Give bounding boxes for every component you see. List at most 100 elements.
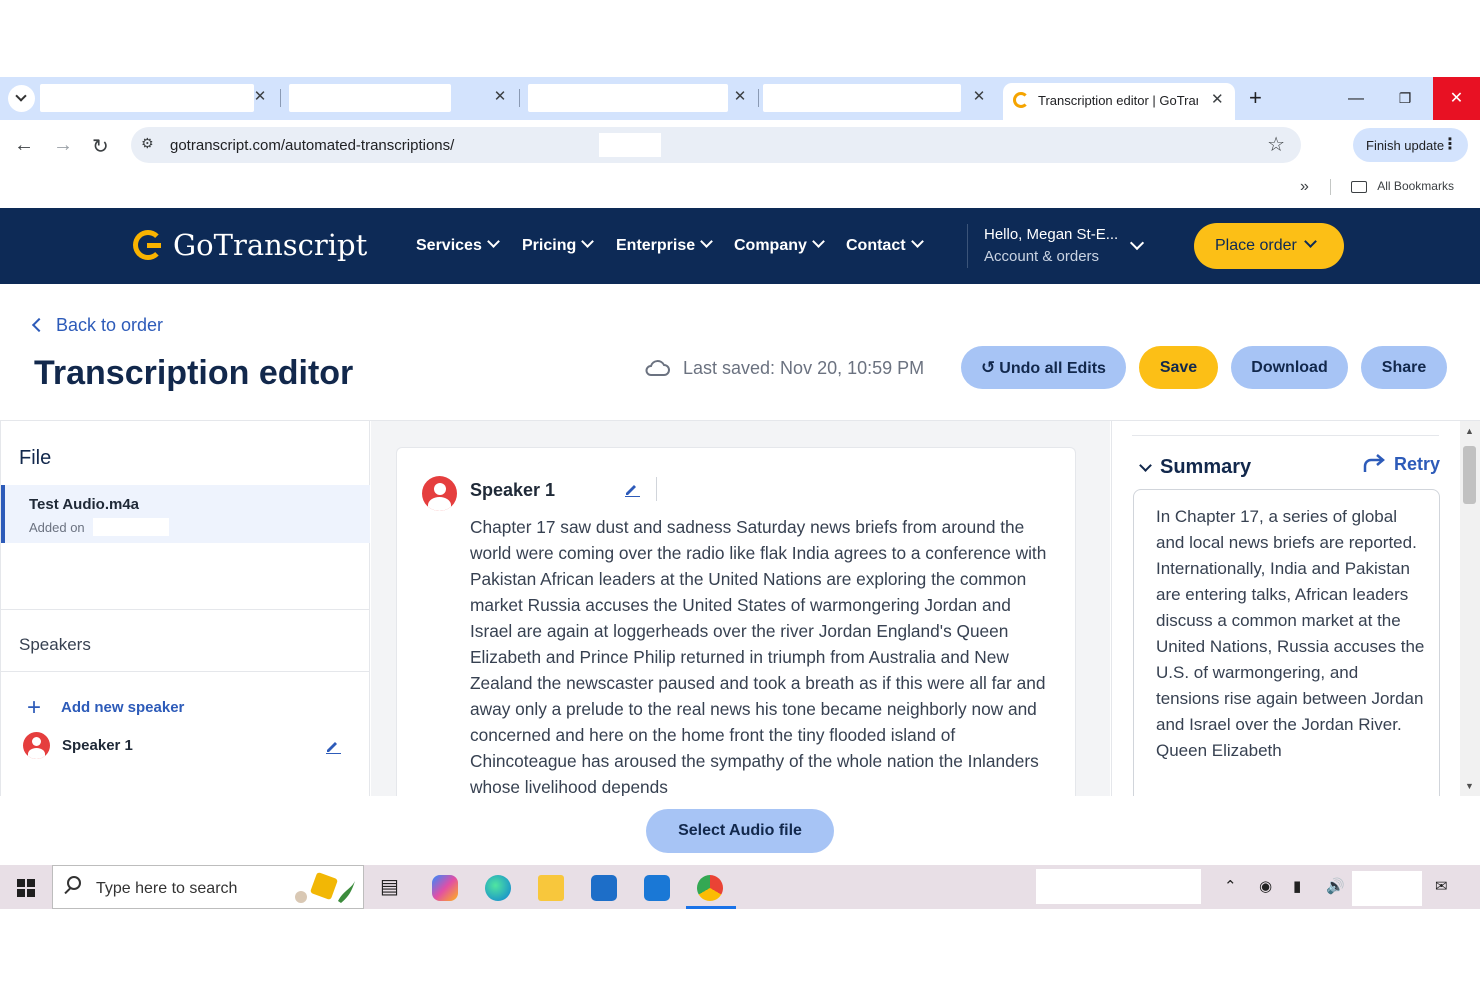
retry-icon (1363, 454, 1385, 472)
tab-separator (280, 89, 281, 107)
file-item[interactable]: Test Audio.m4a Added on (1, 485, 370, 543)
undo-all-edits-button[interactable]: ↺ Undo all Edits (961, 346, 1126, 389)
taskbar-search-box[interactable]: Type here to search (52, 865, 364, 909)
folder-icon (1350, 180, 1367, 193)
bookmarks-bar: » All Bookmarks (1300, 177, 1454, 195)
tab-separator (758, 89, 759, 107)
edit-speaker-pencil-icon[interactable] (325, 738, 341, 754)
search-icon-handle (64, 887, 71, 895)
file-explorer-icon[interactable] (538, 875, 564, 901)
taskbar-search-placeholder: Type here to search (96, 880, 238, 897)
chevron-down-icon[interactable] (1129, 235, 1145, 251)
chevron-down-icon (581, 235, 595, 248)
browser-tab-bar: ✕ ✕ ✕ ✕ Transcription editor | GoTranscr… (0, 77, 1480, 120)
share-button[interactable]: Share (1361, 346, 1447, 389)
address-bar[interactable]: ⚙ gotranscript.com/automated-transcripti… (131, 127, 1301, 163)
chevron-down-icon[interactable] (1139, 459, 1152, 472)
windows-start-icon[interactable] (17, 879, 35, 897)
divider (1, 609, 370, 610)
redacted-date (93, 518, 169, 536)
url-text: gotranscript.com/automated-transcription… (170, 137, 455, 154)
divider (1330, 178, 1332, 195)
copilot-icon[interactable] (432, 875, 458, 901)
bookmarks-overflow-icon[interactable]: » (1300, 178, 1309, 195)
notifications-icon[interactable]: ✉ (1435, 877, 1448, 895)
scroll-up-icon[interactable]: ▲ (1465, 426, 1474, 436)
close-tab-icon[interactable]: ✕ (490, 87, 510, 107)
show-hidden-icons[interactable]: ⌃ (1224, 877, 1237, 895)
microsoft-store-icon[interactable] (591, 875, 617, 901)
cloud-saved-icon (645, 360, 670, 376)
scroll-thumb[interactable] (1463, 446, 1476, 504)
nav-services[interactable]: Services (416, 235, 500, 255)
bookmark-star-icon[interactable]: ☆ (1267, 132, 1285, 157)
summary-heading[interactable]: Summary (1160, 456, 1251, 479)
new-tab-button[interactable]: + (1249, 85, 1262, 111)
browser-tab[interactable] (289, 84, 451, 112)
save-button[interactable]: Save (1139, 346, 1218, 389)
divider (1132, 435, 1439, 436)
transcript-speaker-name[interactable]: Speaker 1 (470, 480, 555, 501)
browser-tab[interactable] (528, 84, 728, 112)
edit-speaker-pencil-icon[interactable] (624, 481, 640, 497)
meet-now-icon[interactable]: ◉ (1259, 877, 1272, 895)
edge-browser-icon[interactable] (485, 875, 511, 901)
close-tab-icon[interactable]: ✕ (1211, 90, 1224, 108)
download-button[interactable]: Download (1231, 346, 1348, 389)
nav-pricing[interactable]: Pricing (522, 235, 595, 255)
window-close-icon[interactable]: ✕ (1433, 77, 1480, 120)
close-tab-icon[interactable]: ✕ (730, 87, 750, 107)
add-speaker-label: Add new speaker (61, 699, 185, 716)
browser-tab[interactable] (763, 84, 961, 112)
back-arrow-icon[interactable]: ← (14, 134, 34, 157)
reload-icon[interactable]: ↻ (92, 134, 109, 159)
active-browser-tab[interactable]: Transcription editor | GoTranscript ✕ (1003, 83, 1235, 120)
tab-title: Transcription editor | GoTranscript (1038, 93, 1198, 108)
user-greeting[interactable]: Hello, Megan St-E... (984, 226, 1118, 243)
summary-box: In Chapter 17, a series of global and lo… (1133, 489, 1440, 809)
site-settings-icon[interactable]: ⚙ (141, 135, 154, 152)
site-header: GoTranscript Services Pricing Enterprise… (0, 208, 1480, 284)
nav-enterprise[interactable]: Enterprise (616, 235, 714, 255)
add-new-speaker-button[interactable]: + Add new speaker (27, 691, 185, 721)
nav-label: Company (734, 237, 807, 254)
undo-label: Undo all Edits (999, 360, 1106, 377)
forward-arrow-icon[interactable]: → (53, 134, 73, 157)
battery-icon[interactable]: ▮ (1293, 877, 1301, 895)
back-to-order-link[interactable]: Back to order (31, 315, 164, 336)
more-menu-icon[interactable]: ⋮ (1442, 134, 1458, 154)
browser-tab[interactable] (40, 84, 254, 112)
chevron-down-icon (812, 235, 825, 248)
nav-company[interactable]: Company (734, 235, 825, 255)
bottom-bar: Select Audio file (0, 796, 1480, 865)
select-audio-file-button[interactable]: Select Audio file (646, 809, 834, 853)
nav-contact[interactable]: Contact (846, 235, 924, 255)
speaker-list-item[interactable]: Speaker 1 (62, 737, 133, 754)
tab-search-button[interactable] (8, 85, 35, 112)
summary-text: In Chapter 17, a series of global and lo… (1156, 507, 1425, 760)
file-sidebar: File Test Audio.m4a Added on Speakers + A… (0, 421, 370, 796)
chrome-icon[interactable] (697, 875, 723, 901)
all-bookmarks-link[interactable]: All Bookmarks (1377, 179, 1454, 193)
tab-separator (519, 89, 520, 107)
finish-update-label: Finish update (1366, 138, 1445, 153)
task-view-icon[interactable]: ▤ (380, 874, 406, 900)
close-tab-icon[interactable]: ✕ (969, 87, 989, 107)
account-orders-link[interactable]: Account & orders (984, 248, 1099, 265)
restore-icon[interactable]: ❐ (1382, 77, 1428, 120)
finish-update-button[interactable]: Finish update ⋮ (1353, 128, 1468, 162)
plus-icon: + (27, 694, 42, 721)
back-label: Back to order (56, 315, 164, 335)
volume-icon[interactable]: 🔊 (1326, 877, 1345, 895)
mail-icon[interactable] (644, 875, 670, 901)
close-tab-icon[interactable]: ✕ (250, 87, 270, 107)
scroll-down-icon[interactable]: ▼ (1465, 781, 1474, 791)
chevron-down-icon (1303, 235, 1317, 248)
minimize-icon[interactable]: — (1333, 77, 1379, 120)
redacted-url-part (599, 133, 661, 157)
chevron-down-icon (910, 235, 924, 248)
place-order-button[interactable]: Place order (1194, 223, 1344, 269)
transcript-text[interactable]: Chapter 17 saw dust and sadness Saturday… (470, 514, 1055, 796)
scrollbar[interactable]: ▲ ▼ (1460, 421, 1480, 796)
retry-button[interactable]: Retry (1361, 451, 1453, 479)
